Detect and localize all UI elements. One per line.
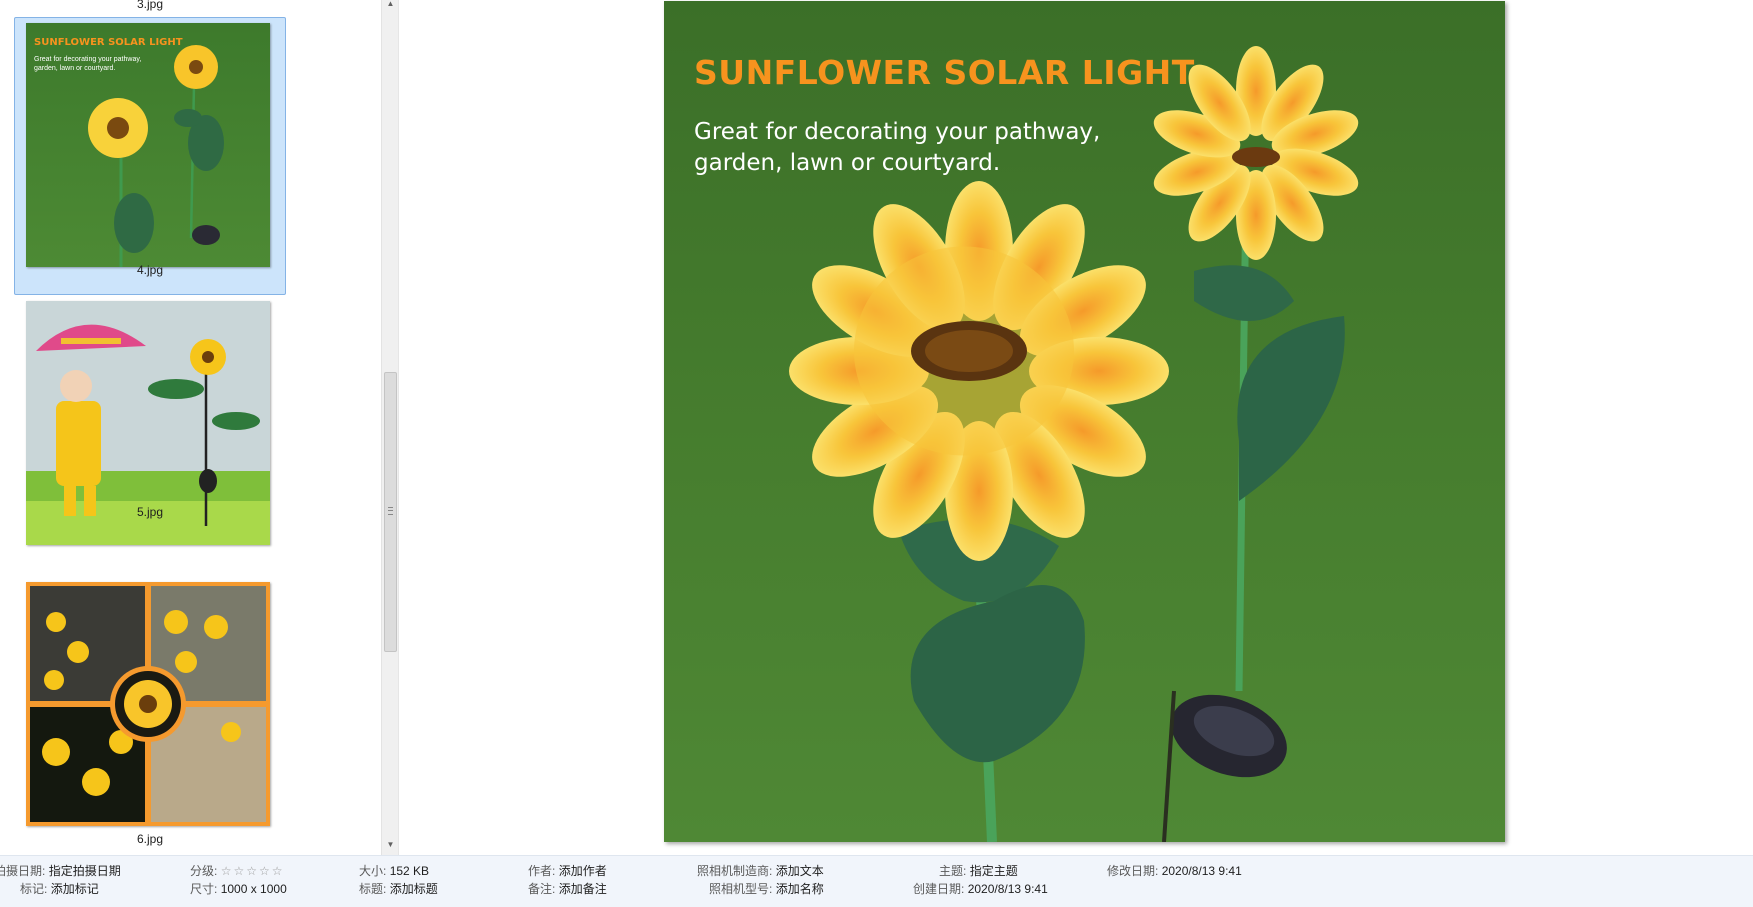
title-value[interactable]: 添加标题 (390, 882, 438, 896)
photo-viewer-window: 3.jpg SUNFLOWER SOLAR LIGHT Great for de… (0, 0, 1753, 907)
thumbnail-label-6[interactable]: 6.jpg (0, 832, 300, 846)
date-taken-key: 拍摄日期: (0, 864, 46, 878)
thumbnail-pane[interactable]: 3.jpg SUNFLOWER SOLAR LIGHT Great for de… (0, 0, 382, 855)
field-camera-model[interactable]: 照相机型号: 添加名称 (709, 880, 824, 897)
date-taken-value[interactable]: 指定拍摄日期 (49, 864, 121, 878)
tags-value[interactable]: 添加标记 (51, 882, 99, 896)
dimensions-key: 尺寸: (190, 882, 218, 896)
preview-headline: SUNFLOWER SOLAR LIGHT (694, 53, 1195, 92)
camera-maker-value[interactable]: 添加文本 (776, 864, 824, 878)
camera-maker-key: 照相机制造商: (697, 864, 773, 878)
field-date-taken[interactable]: 拍摄日期: 指定拍摄日期 (0, 862, 121, 879)
subject-key: 主题: (939, 864, 967, 878)
thumbnail-item-4[interactable]: SUNFLOWER SOLAR LIGHT Great for decorati… (14, 17, 286, 297)
preview-tagline: Great for decorating your pathway, garde… (694, 119, 1101, 176)
date-modified-value: 2020/8/13 9:41 (1161, 864, 1242, 878)
field-size: 大小: 152 KB (359, 862, 429, 879)
subject-value[interactable]: 指定主题 (970, 864, 1018, 878)
field-title[interactable]: 标题: 添加标题 (359, 880, 438, 897)
thumbnail-label-5[interactable]: 5.jpg (0, 505, 300, 519)
tags-key: 标记: (20, 882, 48, 896)
date-modified-key: 修改日期: (1107, 864, 1159, 878)
field-dimensions: 尺寸: 1000 x 1000 (190, 880, 287, 897)
date-created-key: 创建日期: (913, 882, 965, 896)
author-value[interactable]: 添加作者 (559, 864, 607, 878)
scroll-up-arrow-icon[interactable]: ▲ (382, 0, 399, 11)
camera-model-value[interactable]: 添加名称 (776, 882, 824, 896)
field-date-modified: 修改日期: 2020/8/13 9:41 (1107, 862, 1242, 879)
thumbnail-image-4[interactable]: SUNFLOWER SOLAR LIGHT Great for decorati… (26, 23, 270, 267)
field-author[interactable]: 作者: 添加作者 (528, 862, 607, 879)
rating-key: 分级: (190, 864, 218, 878)
thumbnail-subtitle-text: Great for decorating your pathway, garde… (34, 56, 142, 72)
camera-model-key: 照相机型号: (709, 882, 773, 896)
comments-value[interactable]: 添加备注 (559, 882, 607, 896)
thumbnail-title-text: SUNFLOWER SOLAR LIGHT (34, 37, 183, 48)
thumbnail-item-6[interactable]: 6.jpg (14, 579, 286, 855)
field-tags[interactable]: 标记: 添加标记 (20, 880, 99, 897)
preview-pane: SUNFLOWER SOLAR LIGHT Great for decorati… (399, 0, 1753, 855)
thumbnail-label-3[interactable]: 3.jpg (0, 0, 300, 11)
rating-stars-icon[interactable]: ☆☆☆☆☆ (221, 864, 285, 878)
collage-thumbnail-art (26, 582, 270, 826)
date-created-value: 2020/8/13 9:41 (967, 882, 1048, 896)
scrollbar-thumb[interactable] (384, 372, 397, 652)
thumbnail-scrollbar[interactable]: ▲ ▼ (381, 0, 398, 855)
author-key: 作者: (528, 864, 556, 878)
dimensions-value: 1000 x 1000 (220, 882, 287, 896)
comments-key: 备注: (528, 882, 556, 896)
preview-image: SUNFLOWER SOLAR LIGHT Great for decorati… (664, 1, 1505, 842)
field-subject[interactable]: 主题: 指定主题 (939, 862, 1018, 879)
field-rating[interactable]: 分级: ☆☆☆☆☆ (190, 862, 284, 879)
thumbnail-item-5[interactable]: 5.jpg (14, 299, 286, 579)
field-camera-maker[interactable]: 照相机制造商: 添加文本 (697, 862, 824, 879)
thumbnail-image-6[interactable] (26, 582, 270, 826)
field-date-created: 创建日期: 2020/8/13 9:41 (913, 880, 1048, 897)
thumbnail-label-4[interactable]: 4.jpg (0, 263, 300, 277)
size-value: 152 KB (389, 864, 430, 878)
title-key: 标题: (359, 882, 387, 896)
scrollbar-grip-icon (388, 507, 393, 515)
size-key: 大小: (359, 864, 387, 878)
details-pane: 拍摄日期: 指定拍摄日期 标记: 添加标记 分级: ☆☆☆☆☆ 尺寸: 1000… (0, 855, 1753, 907)
field-comments[interactable]: 备注: 添加备注 (528, 880, 607, 897)
scroll-down-arrow-icon[interactable]: ▼ (382, 838, 399, 852)
